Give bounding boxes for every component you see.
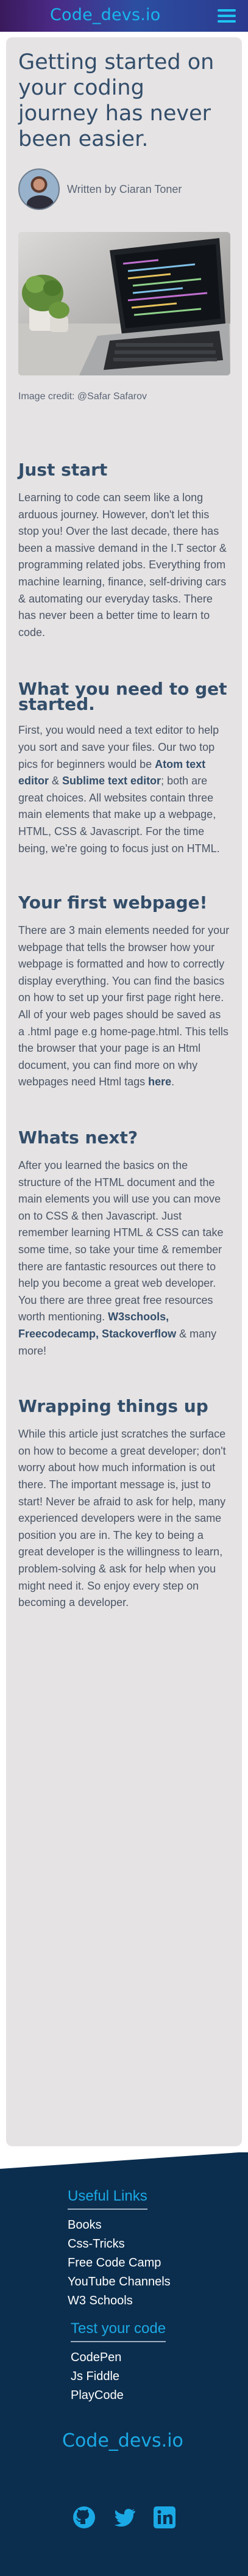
footer-link-books[interactable]: Books	[68, 2216, 171, 2235]
footer-link-free-code-camp[interactable]: Free Code Camp	[68, 2254, 171, 2273]
section-body: There are 3 main elements needed for you…	[18, 922, 230, 1091]
hamburger-menu-icon[interactable]	[218, 9, 236, 23]
footer-link-js-fiddle[interactable]: Js Fiddle	[71, 2367, 166, 2386]
author-block: Written by Ciaran Toner	[18, 168, 230, 211]
sublime-editor-text: Sublime text editor	[62, 775, 161, 787]
laptop-illustration	[18, 232, 230, 375]
section-first-webpage: Your first webpage! There are 3 main ele…	[18, 894, 230, 1091]
section-just-start: Just start Learning to code can seem lik…	[18, 461, 230, 641]
body-text: There are 3 main elements needed for you…	[18, 924, 230, 1088]
here-link[interactable]: here	[148, 1076, 171, 1088]
test-code-heading: Test your code	[71, 2320, 166, 2342]
footer-link-w3-schools[interactable]: W3 Schools	[68, 2292, 171, 2310]
test-code-block: Test your code CodePen Js Fiddle PlayCod…	[71, 2320, 166, 2405]
section-body: While this article just scratches the su…	[18, 1428, 226, 1609]
section-body: Learning to code can seem like a long ar…	[18, 491, 227, 639]
site-footer: Useful Links Books Css-Tricks Free Code …	[0, 2152, 248, 2576]
image-credit: Image credit: @Safar Safarov	[18, 391, 147, 402]
article-card: Getting started on your coding journey h…	[6, 37, 242, 2146]
section-heading: Whats next?	[18, 1127, 138, 1148]
social-links	[72, 2505, 177, 2530]
footer-link-codepen[interactable]: CodePen	[71, 2348, 166, 2367]
github-icon[interactable]	[72, 2505, 96, 2530]
useful-links-block: Useful Links Books Css-Tricks Free Code …	[68, 2188, 171, 2310]
section-heading: What you need to get started.	[18, 679, 227, 715]
author-name: Written by Ciaran Toner	[67, 183, 182, 195]
footer-link-playcode[interactable]: PlayCode	[71, 2386, 166, 2405]
laptop-hero-image	[18, 232, 230, 375]
section-what-you-need: What you need to get started. First, you…	[18, 681, 230, 857]
useful-links-list: Books Css-Tricks Free Code Camp YouTube …	[68, 2216, 171, 2310]
body-text: &	[49, 775, 63, 787]
useful-links-heading: Useful Links	[68, 2188, 147, 2210]
linkedin-icon[interactable]	[152, 2505, 177, 2530]
footer-link-css-tricks[interactable]: Css-Tricks	[68, 2235, 171, 2254]
footer-logo[interactable]: Code_devs.io	[62, 2430, 183, 2451]
top-navbar: Code_devs.io	[0, 0, 248, 32]
section-heading: Your first webpage!	[18, 892, 208, 913]
section-whats-next: Whats next? After you learned the basics…	[18, 1129, 230, 1359]
footer-link-youtube-channels[interactable]: YouTube Channels	[68, 2273, 171, 2292]
section-body: First, you would need a text editor to h…	[18, 722, 230, 857]
test-code-list: CodePen Js Fiddle PlayCode	[71, 2348, 166, 2405]
section-heading: Just start	[18, 460, 108, 480]
footer-divider	[0, 2152, 248, 2169]
body-text: .	[171, 1076, 175, 1088]
section-wrapping-up: Wrapping things up While this article ju…	[18, 1397, 230, 1612]
section-body: After you learned the basics on the stru…	[18, 1157, 230, 1359]
author-avatar	[18, 168, 60, 210]
body-text: After you learned the basics on the stru…	[18, 1159, 224, 1323]
site-logo[interactable]: Code_devs.io	[50, 5, 160, 24]
twitter-icon[interactable]	[112, 2505, 136, 2530]
article-title: Getting started on your coding journey h…	[18, 50, 214, 151]
section-heading: Wrapping things up	[18, 1396, 208, 1417]
